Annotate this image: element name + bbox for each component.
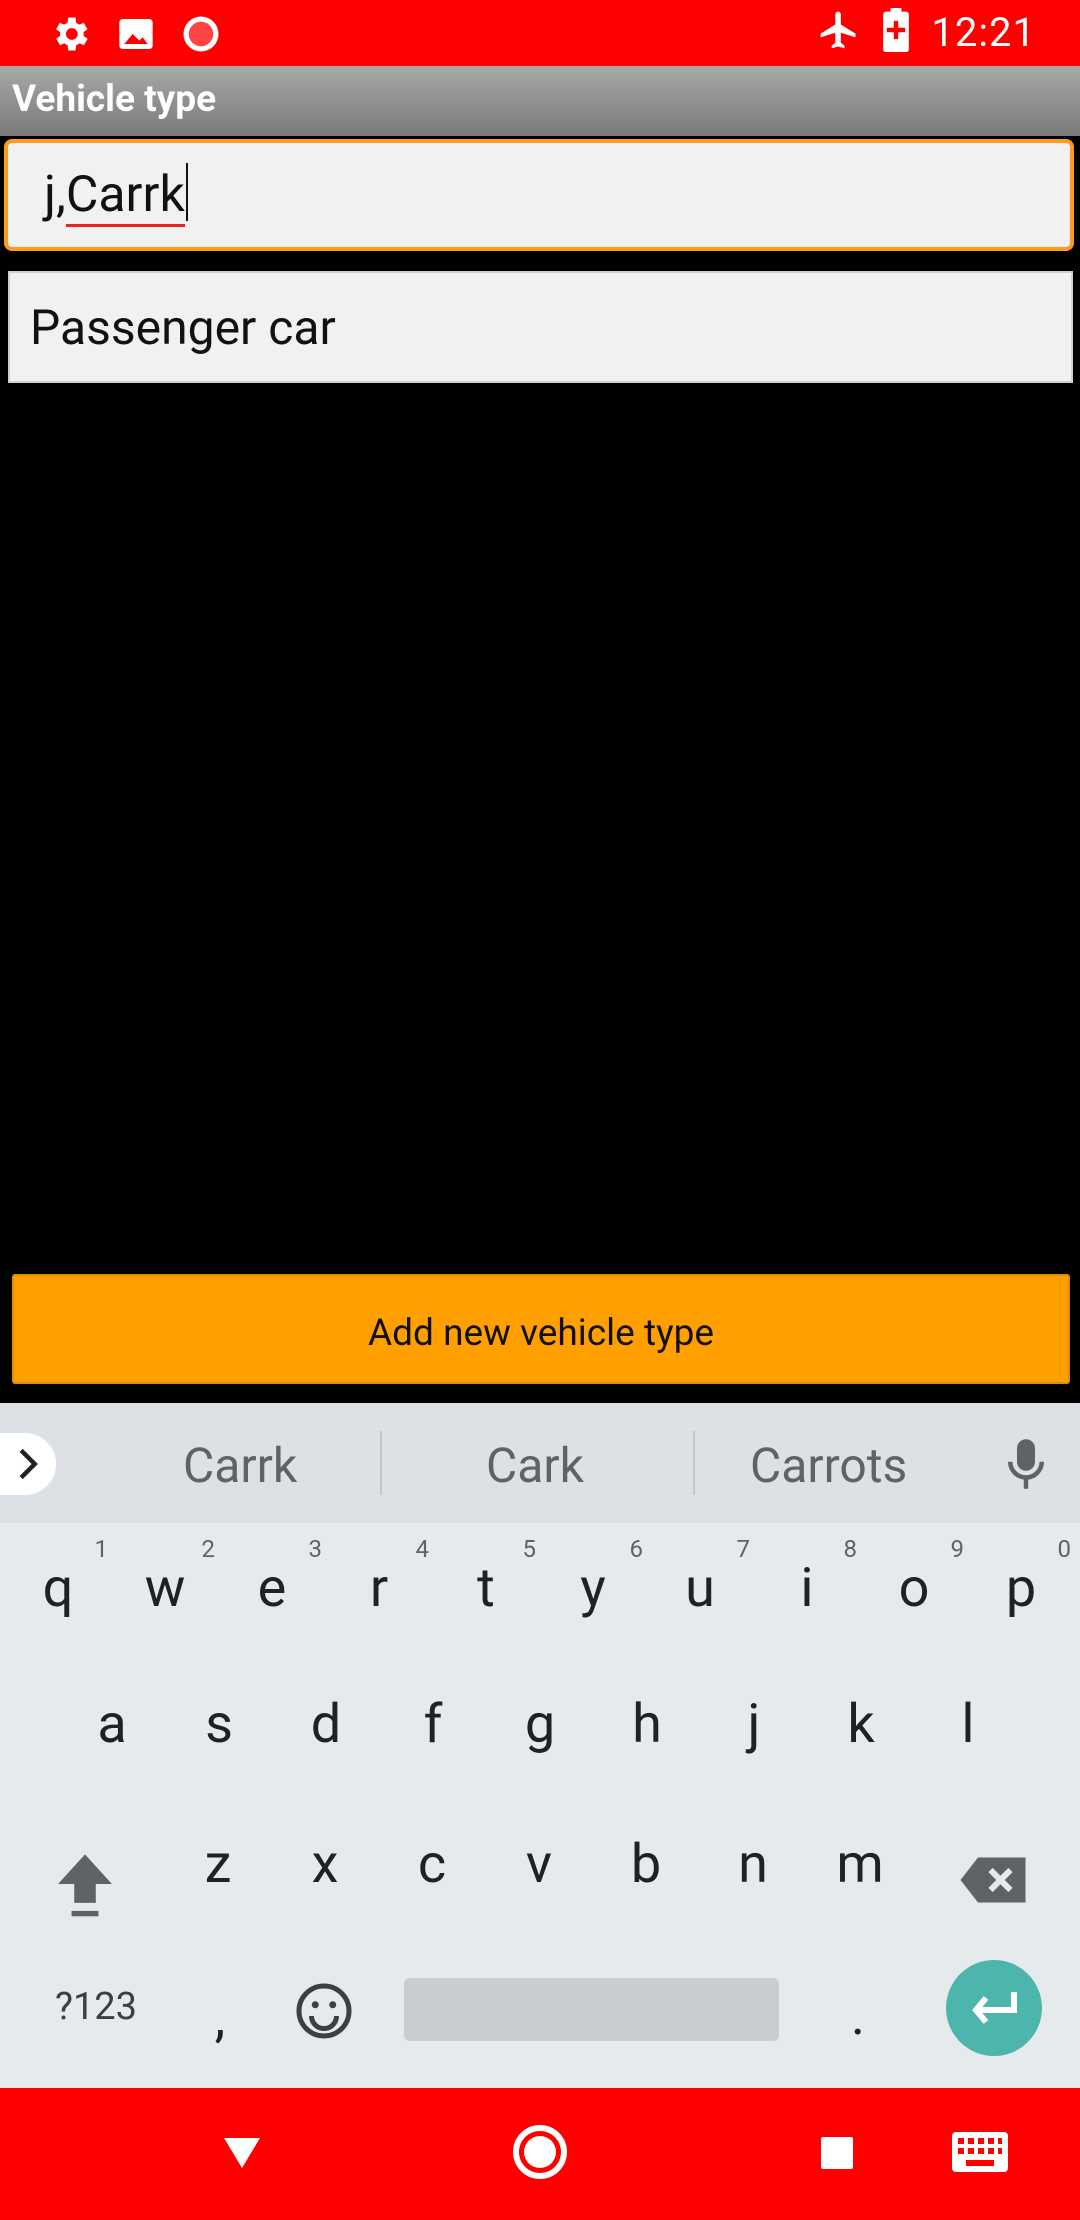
emoji-icon — [296, 1983, 352, 2039]
list-item[interactable]: Passenger car — [8, 271, 1073, 383]
backspace-icon — [960, 1857, 1026, 1903]
key-b[interactable]: b — [606, 1833, 686, 1896]
key-hint-number: 8 — [843, 1535, 858, 1563]
key-f[interactable]: f — [393, 1693, 473, 1756]
key-q[interactable]: q1 — [18, 1535, 108, 1620]
suggestion-1[interactable]: Carrk — [183, 1437, 297, 1494]
suggestion-divider — [380, 1431, 382, 1495]
navigation-bar — [0, 2088, 1080, 2220]
key-letter: y — [580, 1557, 606, 1620]
key-m[interactable]: m — [820, 1833, 900, 1896]
key-l[interactable]: l — [928, 1693, 1008, 1756]
key-s[interactable]: s — [179, 1693, 259, 1756]
key-hint-number: 6 — [629, 1535, 644, 1563]
symbols-key[interactable]: ?123 — [46, 1985, 146, 2029]
key-j[interactable]: j — [714, 1693, 794, 1756]
list-item-label: Passenger car — [30, 299, 336, 356]
key-g[interactable]: g — [500, 1693, 580, 1756]
key-y[interactable]: y6 — [553, 1535, 643, 1620]
enter-icon — [972, 1992, 1017, 2024]
keyboard-icon[interactable] — [952, 2132, 1008, 2176]
recents-icon[interactable] — [819, 2135, 855, 2175]
back-icon[interactable] — [222, 2136, 262, 2174]
input-text: j,Carrk — [44, 163, 188, 227]
home-icon[interactable] — [512, 2124, 568, 2184]
key-e[interactable]: e3 — [232, 1535, 322, 1620]
key-letter: p — [1005, 1557, 1037, 1620]
key-letter: u — [685, 1557, 715, 1620]
key-hint-number: 0 — [1057, 1535, 1072, 1563]
input-prefix: j, — [44, 166, 66, 224]
key-hint-number: 2 — [201, 1535, 216, 1563]
key-a[interactable]: a — [72, 1693, 152, 1756]
input-word: Carrk — [65, 166, 185, 227]
image-icon — [116, 14, 156, 58]
suggestion-2[interactable]: Cark — [486, 1437, 584, 1494]
key-hint-number: 9 — [950, 1535, 965, 1563]
key-letter: i — [800, 1557, 814, 1620]
settings-icon — [48, 12, 92, 60]
shift-icon — [58, 1854, 112, 1917]
key-o[interactable]: o9 — [874, 1535, 964, 1620]
key-letter: r — [369, 1557, 389, 1620]
battery-charging-icon — [881, 8, 911, 56]
period-key[interactable]: . — [818, 1985, 898, 2048]
backspace-key[interactable] — [958, 1855, 1028, 1909]
key-c[interactable]: c — [392, 1833, 472, 1896]
key-hint-number: 4 — [415, 1535, 430, 1563]
microphone-icon[interactable] — [1004, 1437, 1048, 1495]
key-hint-number: 3 — [308, 1535, 323, 1563]
text-cursor — [185, 163, 188, 221]
key-w[interactable]: w2 — [125, 1535, 215, 1620]
status-bar: 12:21 — [0, 0, 1080, 66]
key-d[interactable]: d — [286, 1693, 366, 1756]
key-t[interactable]: t5 — [446, 1535, 536, 1620]
key-letter: t — [477, 1557, 495, 1620]
key-letter: w — [144, 1557, 186, 1620]
status-time: 12:21 — [931, 8, 1036, 56]
key-x[interactable]: x — [285, 1833, 365, 1896]
key-k[interactable]: k — [821, 1693, 901, 1756]
suggestion-3[interactable]: Carrots — [750, 1437, 907, 1494]
vehicle-type-input[interactable]: j,Carrk — [4, 139, 1074, 251]
shift-key[interactable] — [52, 1849, 118, 1923]
expand-suggestions-button[interactable] — [0, 1433, 56, 1495]
key-r[interactable]: r4 — [339, 1535, 429, 1620]
key-v[interactable]: v — [499, 1833, 579, 1896]
key-n[interactable]: n — [713, 1833, 793, 1896]
key-letter: q — [42, 1557, 74, 1620]
record-icon — [180, 13, 222, 59]
key-letter: e — [257, 1557, 287, 1620]
airplane-mode-icon — [817, 8, 861, 56]
comma-key[interactable]: , — [180, 1987, 260, 2050]
key-u[interactable]: u7 — [660, 1535, 750, 1620]
key-hint-number: 7 — [736, 1535, 751, 1563]
enter-key[interactable] — [946, 1960, 1042, 2056]
suggestion-strip: Carrk Cark Carrots — [0, 1403, 1080, 1523]
key-hint-number: 5 — [522, 1535, 537, 1563]
add-vehicle-type-button[interactable]: Add new vehicle type — [12, 1274, 1070, 1384]
key-hint-number: 1 — [94, 1535, 109, 1563]
key-i[interactable]: i8 — [767, 1535, 857, 1620]
add-button-label: Add new vehicle type — [368, 1312, 714, 1355]
key-p[interactable]: p0 — [981, 1535, 1071, 1620]
key-h[interactable]: h — [607, 1693, 687, 1756]
space-key[interactable] — [404, 1978, 779, 2041]
key-z[interactable]: z — [178, 1833, 258, 1896]
page-title: Vehicle type — [12, 78, 217, 121]
emoji-key[interactable] — [294, 1981, 354, 2045]
app-toolbar: Vehicle type — [0, 66, 1080, 136]
chevron-right-icon — [19, 1448, 38, 1480]
key-letter: o — [898, 1557, 930, 1620]
soft-keyboard: Carrk Cark Carrots q1w2e3r4t5y6u7i8o9p0 … — [0, 1403, 1080, 2088]
suggestion-divider — [693, 1431, 695, 1495]
